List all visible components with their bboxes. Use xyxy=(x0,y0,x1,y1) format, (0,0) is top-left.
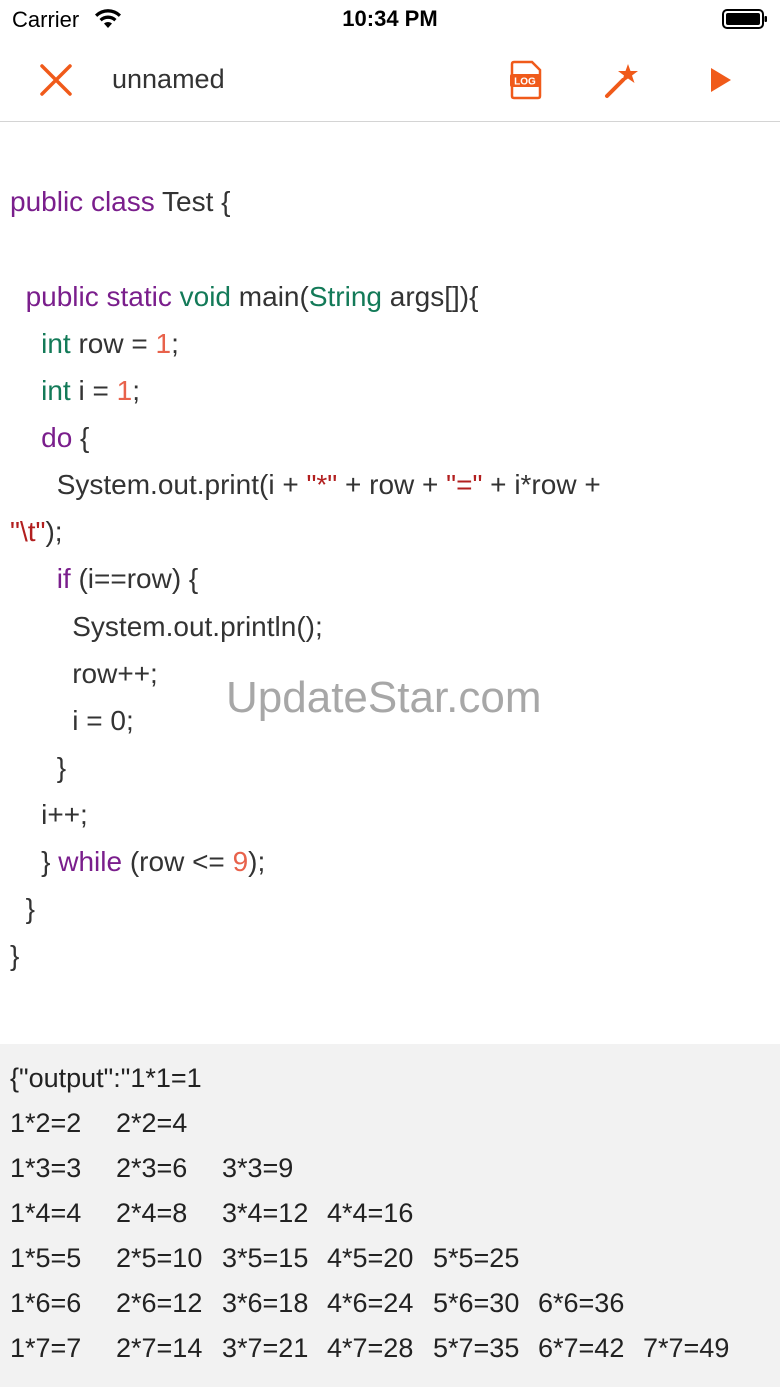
code-line: "\t"); xyxy=(10,516,63,547)
code-editor[interactable]: public class Test { public static void m… xyxy=(0,122,780,1044)
output-cell: 7*7=49 xyxy=(643,1333,730,1363)
output-cell: 5*5=25 xyxy=(433,1243,520,1273)
log-file-icon: LOG xyxy=(510,60,542,100)
code-line: System.out.print(i + "*" + row + "=" + i… xyxy=(56,469,601,500)
magic-wand-icon xyxy=(605,64,638,98)
log-button[interactable]: LOG xyxy=(504,58,548,102)
code-line: System.out.println(); xyxy=(72,611,323,642)
code-line: } xyxy=(10,940,20,971)
code-line: if (i==row) { xyxy=(56,563,199,594)
output-cell: 1*7=7 xyxy=(10,1333,82,1363)
output-cell: 3*7=21 xyxy=(222,1333,309,1363)
output-cell: 4*6=24 xyxy=(327,1288,414,1318)
code-line: int i = 1; xyxy=(41,375,140,406)
output-cell: 2*7=14 xyxy=(116,1333,203,1363)
code-line: int row = 1; xyxy=(41,328,179,359)
code-line: public class Test { xyxy=(10,186,231,217)
code-line: public static void main(String args[]){ xyxy=(25,281,479,312)
code-line: i = 0; xyxy=(72,705,134,736)
code-line: i++; xyxy=(41,799,88,830)
output-cell: 5*6=30 xyxy=(433,1288,520,1318)
status-bar: Carrier 10:34 PM xyxy=(0,0,780,40)
output-cell: 6*7=42 xyxy=(538,1333,625,1363)
output-cell: 6*6=36 xyxy=(538,1288,625,1318)
output-cell: 4*7=28 xyxy=(327,1333,414,1363)
output-cell: 1*4=4 xyxy=(10,1198,82,1228)
battery-icon xyxy=(722,9,767,29)
output-cell: 2*6=12 xyxy=(116,1288,203,1318)
output-cell: 1*6=6 xyxy=(10,1288,82,1318)
code-line: do { xyxy=(41,422,90,453)
toolbar: unnamed LOG xyxy=(0,40,780,122)
close-button[interactable] xyxy=(34,58,78,102)
svg-text:LOG: LOG xyxy=(514,77,536,88)
output-cell: 2*4=8 xyxy=(116,1198,188,1228)
code-line: row++; xyxy=(72,658,158,689)
close-icon xyxy=(40,64,72,96)
output-cell: 5*7=35 xyxy=(433,1333,520,1363)
output-cell: 3*6=18 xyxy=(222,1288,309,1318)
output-cell: 2*3=6 xyxy=(116,1153,188,1183)
output-cell: 1*5=5 xyxy=(10,1243,82,1273)
output-cell: 3*3=9 xyxy=(222,1153,294,1183)
output-cell: 3*4=12 xyxy=(222,1198,309,1228)
output-cell: 2*5=10 xyxy=(116,1243,203,1273)
output-cell: 1*2=2 xyxy=(10,1108,82,1138)
code-line: } xyxy=(25,893,35,924)
code-line: } while (row <= 9); xyxy=(41,846,266,877)
output-cell: 2*2=4 xyxy=(116,1108,188,1138)
output-console: {"output":"1*1=1 1*2=2 2*2=4 1*3=3 2*3=6 3*3… xyxy=(0,1044,780,1387)
magic-wand-button[interactable] xyxy=(601,58,645,102)
document-title[interactable]: unnamed xyxy=(112,64,225,95)
output-cell: 3*5=15 xyxy=(222,1243,309,1273)
output-cell: 4*5=20 xyxy=(327,1243,414,1273)
output-cell: 4*4=16 xyxy=(327,1198,414,1228)
run-button[interactable] xyxy=(699,58,743,102)
output-header: {"output":"1*1=1 xyxy=(10,1063,202,1093)
play-icon xyxy=(711,68,731,92)
clock: 10:34 PM xyxy=(342,6,438,31)
code-line: } xyxy=(56,752,67,783)
output-cell: 1*3=3 xyxy=(10,1153,82,1183)
